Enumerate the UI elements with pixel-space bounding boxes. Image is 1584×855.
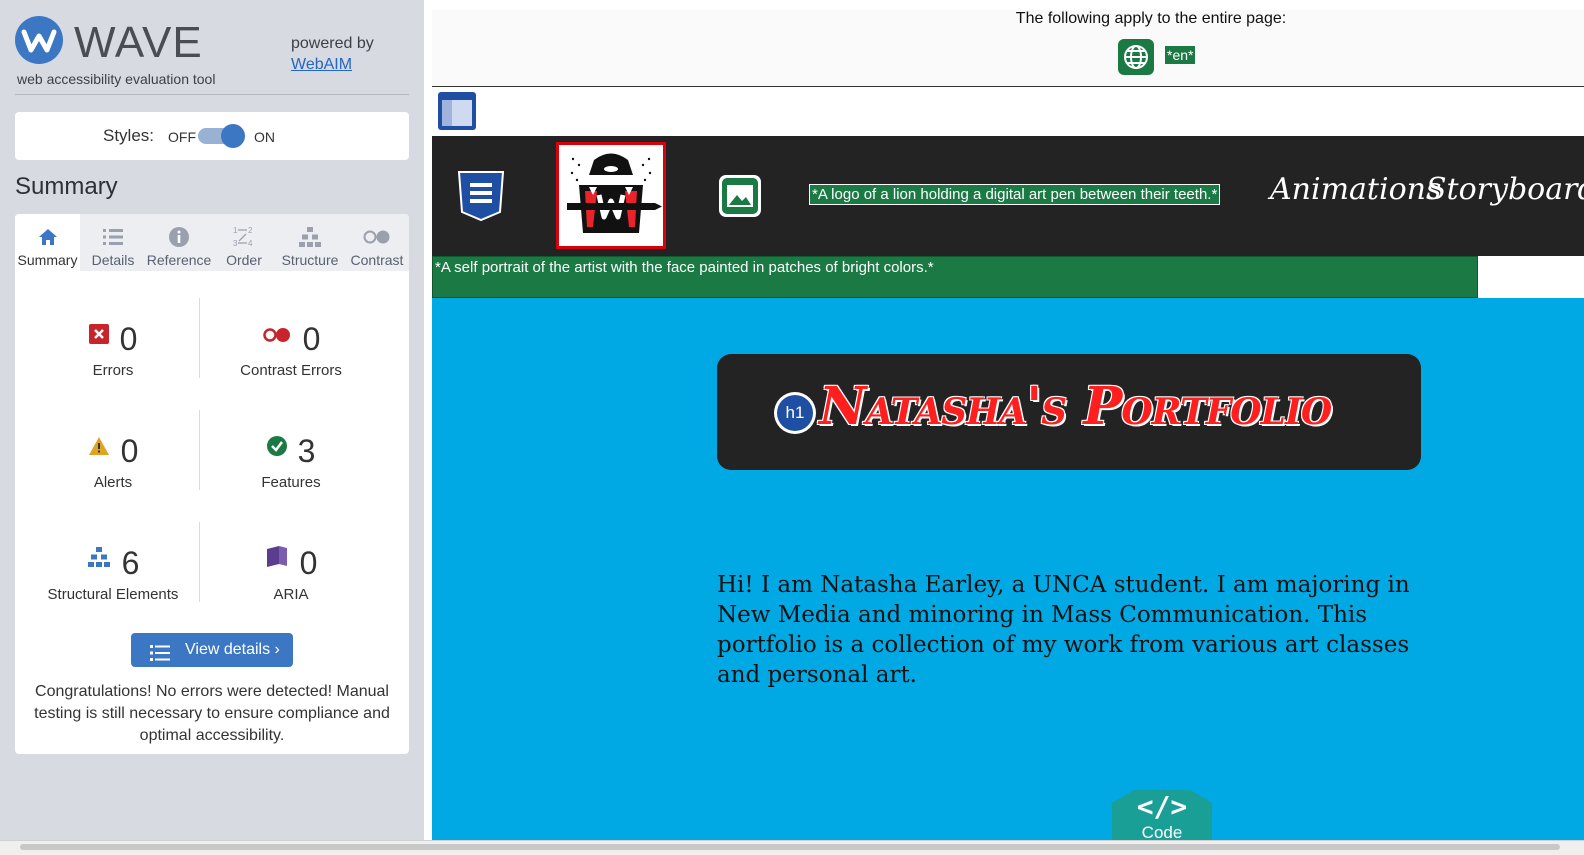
- features-label: Features: [261, 474, 321, 491]
- structural-value: 6: [121, 544, 140, 581]
- errors-label: Errors: [92, 362, 134, 379]
- header-divider: [15, 94, 409, 95]
- aria-label: ARIA: [273, 586, 309, 603]
- summary-heading: Summary: [15, 173, 118, 200]
- lion-logo-image[interactable]: [556, 142, 666, 249]
- scrollbar-thumb[interactable]: [20, 844, 1560, 850]
- webaim-link[interactable]: WebAIM: [291, 56, 352, 74]
- h1-badge-icon[interactable]: h1: [774, 392, 816, 434]
- tab-contrast[interactable]: Contrast: [345, 214, 409, 271]
- tab-summary[interactable]: Summary: [15, 214, 80, 271]
- contrast-errors-value: 0: [302, 320, 321, 357]
- h1-badge-label: h1: [777, 395, 813, 431]
- structural-label: Structural Elements: [47, 586, 179, 603]
- entire-page-bar: The following apply to the entire page: …: [432, 10, 1584, 87]
- intro-paragraph: Hi! I am Natasha Earley, a UNCA student.…: [717, 572, 1410, 688]
- structural-elements-count[interactable]: 6 Structural Elements: [23, 542, 203, 642]
- styles-on-label: ON: [254, 129, 275, 145]
- structure-icon: [87, 543, 111, 583]
- wave-subtitle: web accessibility evaluation tool: [17, 71, 216, 87]
- site-navigation: *A logo of a lion holding a digital art …: [432, 136, 1584, 256]
- styles-toggle-box: Styles: OFF ON: [15, 112, 409, 160]
- sidebar-separator: [424, 0, 432, 855]
- css-icon[interactable]: [456, 170, 506, 222]
- entire-page-label: The following apply to the entire page:: [1015, 10, 1287, 27]
- alert-icon: [88, 431, 110, 471]
- features-value: 3: [297, 432, 316, 469]
- svg-text:1: 1: [233, 226, 238, 235]
- wave-title: WAVE: [74, 18, 203, 67]
- wave-logo-icon: [15, 16, 63, 64]
- styles-toggle-switch[interactable]: [198, 124, 245, 148]
- logo-alt-text: *A logo of a lion holding a digital art …: [809, 184, 1221, 205]
- wave-sidebar: WAVE web accessibility evaluation tool p…: [0, 0, 424, 855]
- styles-toggle-knob[interactable]: [221, 124, 245, 148]
- language-globe-icon[interactable]: [1118, 39, 1154, 75]
- errors-count[interactable]: 0 Errors: [23, 318, 203, 418]
- title-card: h1 Natasha's Portfolio: [717, 354, 1421, 470]
- styles-off-label: OFF: [168, 129, 196, 145]
- feature-icon: [266, 431, 287, 471]
- errors-value: 0: [119, 320, 138, 357]
- page-title: Natasha's Portfolio: [819, 376, 1332, 437]
- hero-section: h1 Natasha's Portfolio Hi! I am Natasha …: [432, 298, 1584, 855]
- tab-label: Structure: [281, 252, 339, 268]
- alerts-count[interactable]: 0 Alerts: [23, 430, 203, 530]
- styles-label: Styles:: [103, 126, 155, 145]
- contrast-errors-label: Contrast Errors: [240, 362, 342, 379]
- info-icon: [145, 222, 213, 250]
- tab-label: Contrast: [350, 252, 404, 268]
- image-alt-icon[interactable]: [718, 174, 762, 218]
- view-details-label: View details ›: [185, 641, 280, 658]
- tab-label: Summary: [17, 252, 78, 268]
- svg-text:3: 3: [233, 239, 238, 248]
- aria-icon: [265, 543, 289, 583]
- view-details-button[interactable]: View details ›: [131, 633, 293, 667]
- divider: [199, 522, 200, 602]
- list-icon: [81, 222, 145, 250]
- tab-order[interactable]: 1 2 3 4 Order: [213, 214, 275, 271]
- congrats-message: Congratulations! No errors were detected…: [34, 683, 390, 744]
- nav-link-storyboards[interactable]: Storyboards: [1426, 172, 1584, 207]
- horizontal-scrollbar[interactable]: [0, 840, 1584, 855]
- aria-value: 0: [299, 544, 318, 581]
- order-icon: 1 2 3 4: [213, 222, 275, 250]
- contrast-error-icon: [262, 319, 292, 359]
- panel-tabs: Summary Details Reference 1 2 3 4 Order Str…: [15, 214, 409, 271]
- alerts-label: Alerts: [93, 474, 133, 491]
- alerts-value: 0: [120, 432, 139, 469]
- nav-link-animations[interactable]: Animations: [1270, 172, 1441, 207]
- tab-details[interactable]: Details: [81, 214, 145, 271]
- tab-reference[interactable]: Reference: [145, 214, 213, 271]
- summary-panel: Summary Details Reference 1 2 3 4 Order Str…: [15, 214, 409, 754]
- language-tag[interactable]: *en*: [1165, 46, 1196, 64]
- home-icon: [15, 222, 80, 250]
- window-region-icon[interactable]: [437, 91, 477, 131]
- contrast-icon: [345, 222, 409, 250]
- list-icon: [150, 641, 170, 661]
- features-count[interactable]: 3 Features: [201, 430, 381, 530]
- tab-label: Order: [226, 252, 262, 268]
- tab-label: Reference: [146, 252, 212, 268]
- contrast-errors-count[interactable]: 0 Contrast Errors: [201, 318, 381, 418]
- aria-count[interactable]: 0 ARIA: [201, 542, 381, 642]
- portrait-alt-text: *A self portrait of the artist with the …: [432, 256, 1478, 298]
- tab-structure[interactable]: Structure: [275, 214, 345, 271]
- error-icon: [88, 319, 109, 359]
- svg-text:2: 2: [248, 226, 253, 235]
- powered-by-label: powered by: [291, 35, 374, 52]
- divider: [199, 298, 200, 378]
- svg-text:4: 4: [248, 239, 253, 248]
- structure-icon: [275, 222, 345, 250]
- tab-label: Details: [91, 252, 135, 268]
- divider: [199, 410, 200, 490]
- code-icon: </>: [1136, 790, 1188, 823]
- evaluated-page: The following apply to the entire page: …: [432, 0, 1584, 855]
